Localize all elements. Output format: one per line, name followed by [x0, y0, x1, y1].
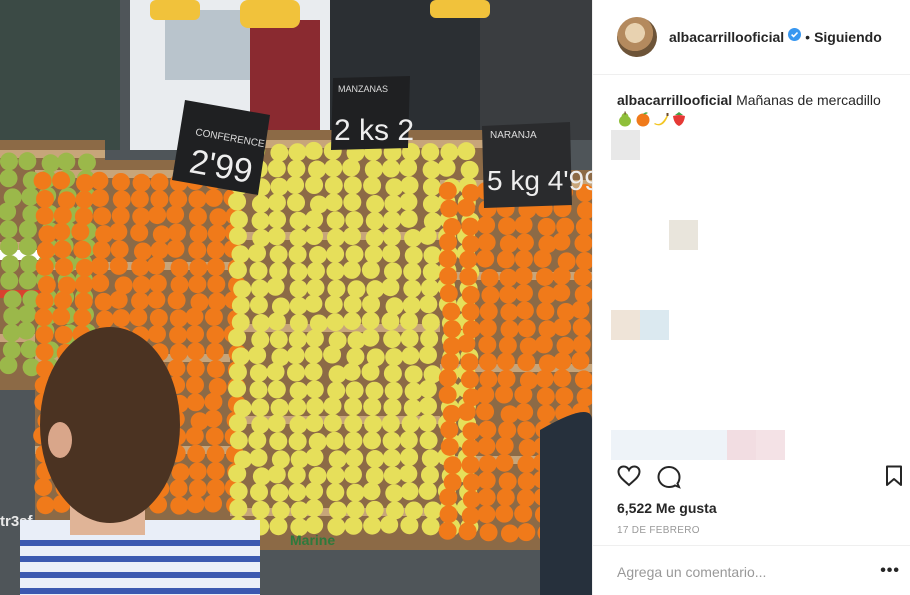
- pear-emoji-icon: [619, 111, 631, 127]
- verified-badge-icon: [788, 28, 802, 46]
- banana-emoji-icon: [654, 113, 669, 126]
- svg-text:MANZANAS: MANZANAS: [338, 84, 388, 94]
- post-sidebar: albacarrillooficial • Siguiendo albacarr…: [592, 0, 910, 595]
- svg-text:2 ks 2: 2 ks 2: [334, 114, 414, 147]
- price-sign-middle: MANZANAS 2 ks 2: [331, 76, 414, 150]
- like-heart-icon[interactable]: [617, 465, 641, 492]
- strawberry-emoji-icon: [673, 112, 685, 126]
- pixelated-comments: [611, 130, 901, 460]
- more-options-icon[interactable]: •••: [880, 562, 900, 580]
- price-sign-left: CONFERENCE 2'99: [172, 100, 270, 195]
- following-button[interactable]: Siguiendo: [814, 29, 882, 45]
- comment-box: Agrega un comentario... •••: [593, 545, 910, 595]
- comment-bubble-icon[interactable]: [657, 465, 681, 494]
- likes-count[interactable]: 6,522 Me gusta: [617, 500, 717, 516]
- action-bar: [617, 465, 903, 491]
- avatar[interactable]: [617, 17, 657, 57]
- caption-emojis: [617, 111, 897, 127]
- post-date[interactable]: 17 DE FEBRERO: [617, 525, 700, 536]
- bookmark-icon[interactable]: [885, 465, 903, 492]
- svg-text:NARANJA: NARANJA: [490, 130, 537, 141]
- post-header: albacarrillooficial • Siguiendo: [593, 0, 910, 75]
- post-photo[interactable]: CONFERENCE 2'99 MANZANAS 2 ks 2 NARANJA …: [0, 0, 592, 595]
- market-photo: CONFERENCE 2'99 MANZANAS 2 ks 2 NARANJA …: [0, 0, 592, 595]
- separator-dot: •: [805, 29, 811, 45]
- svg-text:5 kg 4'99: 5 kg 4'99: [487, 165, 592, 196]
- caption-username[interactable]: albacarrillooficial: [617, 92, 732, 108]
- caption-text: Mañanas de mercadillo: [736, 92, 881, 108]
- username-link[interactable]: albacarrillooficial: [669, 29, 784, 45]
- caption: albacarrillooficial Mañanas de mercadill…: [617, 91, 897, 127]
- tangerine-emoji-icon: [636, 112, 650, 127]
- box-print-bottom: Marine: [290, 532, 335, 548]
- comment-input[interactable]: Agrega un comentario...: [617, 564, 766, 580]
